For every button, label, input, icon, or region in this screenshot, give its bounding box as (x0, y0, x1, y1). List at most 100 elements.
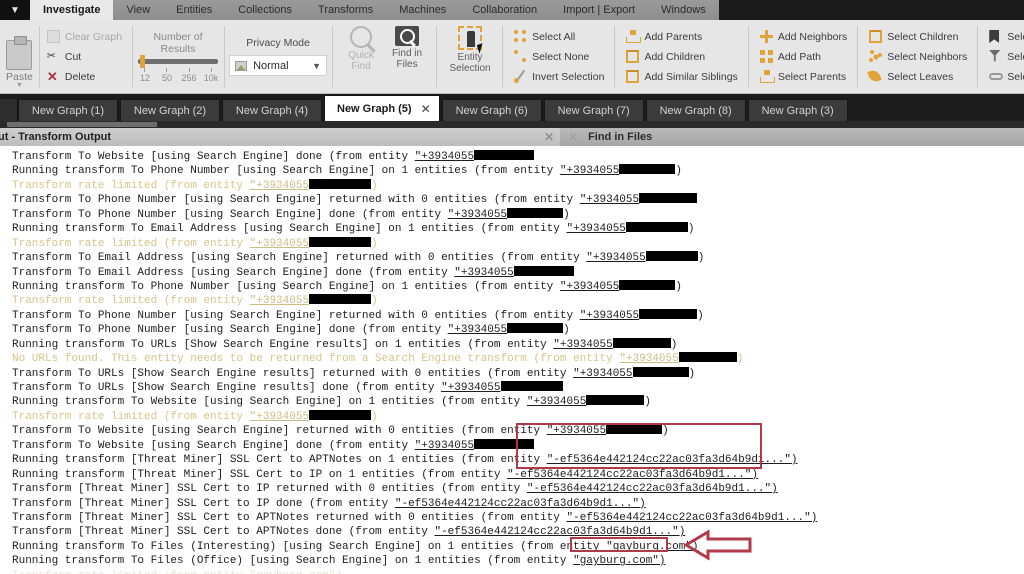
redaction-block (632, 366, 689, 377)
tab-new-graph-6[interactable]: New Graph (6) (441, 99, 542, 121)
add-children-button[interactable]: Add Children (622, 47, 741, 67)
graph-tab-bar: New Graph (1) New Graph (2) New Graph (4… (0, 94, 1024, 121)
select-bookmarked-button[interactable]: Select Bookmarked ▼ (985, 27, 1024, 47)
select-neighbors-icon (869, 50, 883, 63)
add-similar-siblings-button[interactable]: Add Similar Siblings (622, 67, 741, 87)
privacy-mode-select[interactable]: Normal ▼ (229, 55, 328, 76)
close-icon[interactable]: ✕ (568, 130, 578, 144)
close-icon[interactable]: ✕ (544, 130, 554, 144)
redaction-block (309, 294, 372, 305)
ribbon-group-number-of-results: Number of Results 12 50 256 10k (132, 20, 224, 93)
select-all-button[interactable]: Select All (510, 27, 608, 47)
add-parents-label: Add Parents (644, 30, 703, 43)
select-parents-button[interactable]: Select Parents (756, 67, 851, 87)
log-line: Transform To Website [using Search Engin… (12, 150, 1024, 164)
entity-reference: "+3934055 (566, 223, 626, 236)
delete-button[interactable]: ✕ Delete (43, 67, 126, 87)
entity-selection-label-2: Selection (449, 63, 491, 74)
tab-label: New Graph (1) (31, 104, 105, 117)
find-in-files-icon (395, 26, 420, 46)
redaction-block (309, 236, 372, 247)
menu-item-investigate[interactable]: Investigate (30, 0, 114, 20)
tab-label: New Graph (5) (337, 102, 412, 115)
select-links-label: Select Links (1007, 70, 1024, 83)
select-parents-label: Select Parents (777, 70, 847, 83)
ribbon-group-neighbors: Add Neighbors Add Path Select Parents (747, 20, 857, 93)
menu-item-label: Entities (176, 4, 213, 16)
log-line: Transform rate limited (from entity "+39… (12, 236, 378, 250)
tab-label: New Graph (6) (455, 104, 528, 117)
select-all-label: Select All (532, 30, 576, 43)
log-line: Running transform To Files (Office) [usi… (12, 555, 666, 568)
menu-item-entities[interactable]: Entities (163, 0, 226, 20)
slider-tick-50: 50 (162, 72, 173, 83)
tab-new-graph-8[interactable]: New Graph (8) (645, 99, 746, 121)
chevron-down-icon[interactable]: ▼ (312, 61, 321, 71)
add-children-icon (626, 50, 640, 63)
entity-reference: "gayburg.com") (250, 570, 342, 574)
add-parents-button[interactable]: Add Parents (622, 27, 741, 47)
add-similar-siblings-label: Add Similar Siblings (644, 70, 738, 83)
select-by-type-label: Select by Type (1007, 50, 1024, 63)
tab-new-graph-2[interactable]: New Graph (2) (120, 99, 220, 121)
add-neighbors-button[interactable]: Add Neighbors (756, 27, 851, 47)
menu-item-collaboration[interactable]: Collaboration (459, 0, 551, 20)
log-line: Transform To URLs [Show Search Engine re… (12, 381, 1024, 395)
entity-reference: "+3934055 (619, 353, 679, 366)
tab-bar-scrollbar[interactable] (0, 121, 1024, 128)
log-line: Transform rate limited (from entity "gay… (12, 569, 1024, 574)
clipboard-icon[interactable] (6, 36, 33, 70)
menu-item-view[interactable]: View (113, 0, 164, 20)
add-neighbors-icon (759, 30, 773, 43)
entity-reference: "+3934055 (579, 309, 640, 322)
select-by-type-button[interactable]: Select by Type ▼ (985, 47, 1024, 67)
redaction-block (625, 222, 688, 233)
entity-reference: "+3934055 (414, 151, 475, 163)
panel-tab-transform-output[interactable]: ut - Transform Output ✕ (0, 128, 560, 146)
find-in-files-button[interactable]: Find in Files (384, 26, 430, 70)
entity-reference: "+3934055 (447, 208, 508, 221)
add-children-label: Add Children (644, 50, 706, 63)
tab-new-graph-1[interactable]: New Graph (1) (18, 99, 118, 121)
close-icon[interactable]: ✕ (421, 102, 431, 116)
log-line: Running transform To Website [using Sear… (12, 395, 651, 409)
ribbon-group-find: Quick Find Find in Files (332, 20, 436, 93)
entity-selection-button[interactable]: Entity Selection (444, 26, 496, 74)
invert-selection-button[interactable]: Invert Selection (510, 67, 608, 87)
redaction-block (619, 279, 676, 290)
slider-tick-12: 12 (140, 72, 151, 83)
menu-item-import-export[interactable]: Import | Export (550, 0, 649, 20)
tab-new-graph-5[interactable]: New Graph (5) ✕ (324, 95, 440, 121)
panel-tab-label: Find in Files (588, 131, 653, 143)
quick-find-button[interactable]: Quick Find (338, 26, 384, 72)
select-none-button[interactable]: Select None (510, 47, 608, 67)
log-line: Transform rate limited (from entity "+39… (12, 294, 378, 308)
menu-item-machines[interactable]: Machines (386, 0, 460, 20)
redaction-block (513, 265, 574, 276)
chevron-down-icon[interactable]: ▼ (16, 82, 23, 89)
cut-button[interactable]: ✂ Cut (43, 47, 126, 67)
add-path-button[interactable]: Add Path (756, 47, 851, 67)
tab-new-graph-4[interactable]: New Graph (4) (222, 99, 322, 121)
select-neighbors-button[interactable]: Select Neighbors (865, 47, 971, 67)
tab-new-graph-3[interactable]: New Graph (3) (747, 99, 848, 121)
select-leaves-button[interactable]: Select Leaves (865, 67, 971, 87)
entity-reference: "-ef5364e442124cc22ac03fa3d64b9d1...") (546, 454, 798, 467)
menu-item-windows[interactable]: Windows (648, 0, 719, 20)
select-links-button[interactable]: Select Links ▼ (985, 67, 1024, 87)
panel-tab-find-in-files[interactable]: ✕ Find in Files (560, 128, 1024, 146)
log-line: Running transform To Phone Number [using… (12, 279, 682, 293)
scrollbar-thumb[interactable] (7, 122, 157, 127)
number-of-results-slider[interactable] (138, 54, 219, 68)
select-children-button[interactable]: Select Children (865, 27, 971, 47)
tab-new-graph-7[interactable]: New Graph (7) (543, 99, 644, 121)
clear-graph-button[interactable]: Clear Graph (43, 27, 126, 47)
menu-item-transforms[interactable]: Transforms (305, 0, 387, 20)
transform-output-log[interactable]: Transform To Website [using Search Engin… (0, 146, 1024, 574)
slider-tick-10k: 10k (203, 72, 219, 83)
ribbon-group-clipboard-actions: Clear Graph ✂ Cut ✕ Delete (38, 20, 132, 93)
menu-item-collections[interactable]: Collections (225, 0, 306, 20)
slider-handle[interactable] (140, 54, 146, 68)
entity-reference: "+3934055 (586, 252, 646, 265)
chevron-down-icon[interactable]: ▼ (0, 0, 30, 20)
